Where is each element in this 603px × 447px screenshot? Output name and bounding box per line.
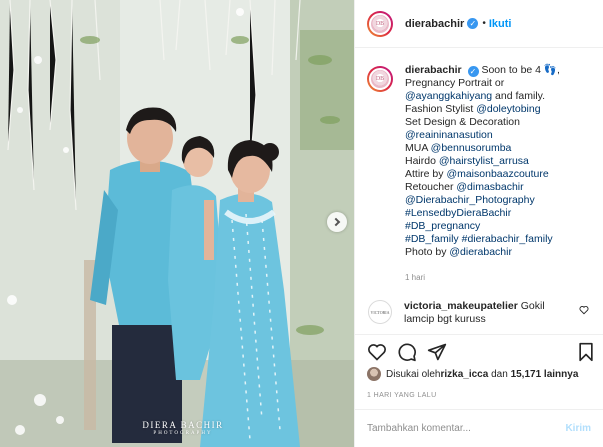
post-comment-button[interactable]: Kirim: [565, 423, 591, 434]
post-header: DB dierabachir ✓ • Ikuti: [355, 0, 603, 48]
mention-link[interactable]: @bennusorumba: [431, 142, 512, 154]
liker-username[interactable]: rizka_icca: [440, 369, 488, 380]
verified-icon: ✓: [467, 66, 479, 77]
family-portrait-image: [0, 0, 354, 447]
caption-label: Hairdo: [405, 155, 439, 167]
likes-summary[interactable]: Disukai oleh rizka_icca dan 15,171 lainn…: [367, 367, 578, 381]
caption-avatar[interactable]: DB: [367, 66, 393, 92]
mention-link[interactable]: @doleytobing: [476, 103, 540, 115]
chevron-right-icon: [331, 217, 341, 227]
post-photo[interactable]: DIERA BACHIR PHOTOGRAPHY: [0, 0, 354, 447]
caption-body: dierabachir ✓ Soon to be 4 👣, Pregnancy …: [405, 64, 593, 284]
profile-avatar[interactable]: DB: [367, 10, 393, 37]
caption-label: MUA: [405, 142, 431, 154]
follow-button[interactable]: Ikuti: [489, 18, 512, 30]
hashtag-link[interactable]: #LensedbyDieraBachir: [405, 207, 593, 220]
action-bar: [355, 334, 603, 368]
liker-avatar[interactable]: [367, 367, 381, 381]
caption-label: Photo by: [405, 246, 450, 258]
post-timestamp[interactable]: 1 HARI YANG LALU: [367, 392, 437, 399]
caption-line: Pregnancy Portrait or: [405, 77, 505, 89]
watermark-main: DIERA BACHIR: [142, 420, 224, 430]
mention-link[interactable]: @ayanggkahiyang: [405, 90, 492, 102]
comment-item: VICTORIA victoria_makeupatelier Gokil la…: [367, 300, 593, 326]
hashtag-link[interactable]: #DB_pregnancy: [405, 220, 593, 233]
mention-link[interactable]: @hairstylist_arrusa: [439, 155, 529, 167]
bookmark-icon[interactable]: [577, 342, 595, 362]
share-icon[interactable]: [427, 342, 447, 362]
comment-input[interactable]: [367, 423, 566, 434]
mention-link[interactable]: @reaininanasution: [405, 129, 593, 142]
likes-mid: dan: [488, 368, 511, 380]
comment-icon[interactable]: [397, 342, 417, 362]
caption: DB dierabachir ✓ Soon to be 4 👣, Pregnan…: [367, 64, 593, 284]
mention-link[interactable]: @dierabachir: [449, 246, 512, 258]
comments-scroll-area[interactable]: DB dierabachir ✓ Soon to be 4 👣, Pregnan…: [355, 49, 603, 334]
add-comment-bar: Kirim: [355, 409, 603, 447]
next-image-button[interactable]: [327, 212, 347, 232]
heart-icon[interactable]: [367, 342, 387, 362]
caption-label: Retoucher: [405, 181, 457, 193]
caption-text: and family.: [492, 90, 546, 102]
hashtag-link[interactable]: #DB_family #dierabachir_family: [405, 233, 593, 246]
post-side-panel: DB dierabachir ✓ • Ikuti DB dierabachir …: [354, 0, 603, 447]
caption-line: Soon to be 4 👣,: [481, 64, 560, 76]
verified-icon: ✓: [467, 18, 479, 29]
photographer-watermark: DIERA BACHIR PHOTOGRAPHY: [128, 420, 238, 436]
caption-time[interactable]: 1 hari: [405, 271, 593, 284]
caption-username[interactable]: dierabachir: [405, 64, 462, 76]
caption-avatar-monogram: DB: [369, 68, 391, 90]
likes-count[interactable]: 15,171 lainnya: [511, 369, 579, 380]
comment-like-heart-icon[interactable]: [579, 305, 589, 315]
mention-link[interactable]: @dimasbachir: [456, 181, 523, 193]
mention-link[interactable]: @Dierabachir_Photography: [405, 194, 593, 207]
watermark-sub: PHOTOGRAPHY: [153, 431, 213, 436]
avatar-monogram: DB: [369, 12, 391, 35]
likes-prefix: Disukai oleh: [386, 368, 441, 380]
mention-link[interactable]: @maisonbaazcouture: [446, 168, 548, 180]
caption-label: Fashion Stylist: [405, 103, 477, 115]
caption-label: Set Design & Decoration: [405, 116, 520, 128]
caption-label: Attire by: [405, 168, 447, 180]
header-username[interactable]: dierabachir: [405, 18, 464, 30]
comment-username[interactable]: victoria_makeupatelier: [404, 300, 518, 312]
comment-avatar[interactable]: VICTORIA: [368, 300, 392, 324]
separator-dot: •: [482, 18, 486, 29]
comment-body: victoria_makeupatelier Gokil lamcip bgt …: [404, 300, 572, 326]
